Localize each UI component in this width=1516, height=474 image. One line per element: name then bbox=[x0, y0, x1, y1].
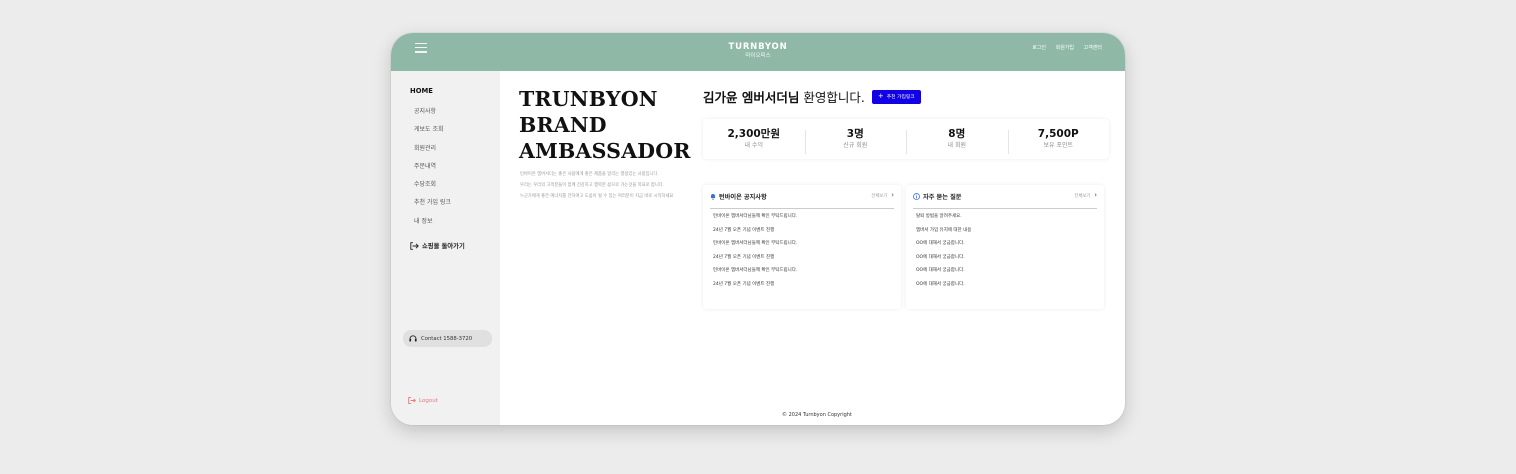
list-item[interactable]: 턴바이온 엠버서더님들께 확인 부탁드립니다. bbox=[713, 241, 797, 255]
logout-icon bbox=[408, 397, 416, 404]
back-to-shop-link[interactable]: 쇼핑몰 돌아가기 bbox=[410, 241, 465, 250]
signup-link[interactable]: 회원가입 bbox=[1056, 45, 1074, 51]
hero-desc-line: 누군가에게 좋은 에너지를 전하여고 도움이 될 수 있는 여러분이 지금 바로… bbox=[520, 194, 674, 199]
exit-arrow-icon bbox=[410, 241, 419, 250]
stat-points: 7,500P 보유 포인트 bbox=[1007, 127, 1110, 154]
list-item[interactable]: OO에 대해서 궁금합니다. bbox=[916, 241, 971, 255]
list-item[interactable]: OO에 대해서 궁금합니다. bbox=[916, 255, 971, 269]
faq-card-header: 자주 묻는 질문 전체보기 › bbox=[913, 192, 1097, 209]
hero-desc-line: 턴바이온 엠버서더는 좋은 사람에게 좋은 제품을 알리는 열정있는 사람입니다… bbox=[520, 172, 659, 177]
list-item[interactable]: 24년 7월 오픈 기념 이벤트 진행 bbox=[713, 228, 797, 242]
view-all-label: 전체보기 bbox=[1074, 193, 1091, 199]
notice-card: 턴바이온 공지사항 전체보기 › 턴바이온 엠버서더님들께 확인 부탁드립니다.… bbox=[703, 185, 901, 309]
stat-value: 3명 bbox=[846, 127, 864, 140]
notice-view-all-link[interactable]: 전체보기 › bbox=[871, 192, 894, 199]
stat-value: 7,500P bbox=[1037, 127, 1079, 140]
sidebar-item-referral-link[interactable]: 추천 가입 링크 bbox=[414, 199, 451, 217]
welcome-suffix: 환영합니다. bbox=[799, 90, 865, 105]
notice-card-header: 턴바이온 공지사항 전체보기 › bbox=[710, 192, 894, 209]
notice-title-text: 턴바이온 공지사항 bbox=[719, 194, 767, 201]
bell-icon bbox=[711, 194, 715, 200]
sidebar-item-members[interactable]: 회원관리 bbox=[414, 145, 451, 163]
faq-view-all-link[interactable]: 전체보기 › bbox=[1074, 192, 1097, 199]
referral-link-button[interactable]: + 추천 가입링크 bbox=[871, 89, 921, 104]
list-item[interactable]: OO에 대해서 궁금합니다. bbox=[916, 268, 971, 282]
plus-icon: + bbox=[877, 92, 884, 100]
logout-button[interactable]: Logout bbox=[408, 397, 438, 404]
list-item[interactable]: 24년 7월 오픈 기념 이벤트 진행 bbox=[713, 255, 797, 269]
sidebar-menu: 공지사항 게보도 조회 회원관리 주문내역 수당조회 추천 가입 링크 내 정보 bbox=[414, 108, 451, 236]
customer-center-link[interactable]: 고객센터 bbox=[1084, 45, 1102, 51]
sidebar: HOME 공지사항 게보도 조회 회원관리 주문내역 수당조회 추천 가입 링크… bbox=[391, 71, 500, 425]
stats-panel: 2,300만원 내 수익 3명 신규 회원 8명 내 회원 7,500P 보유 … bbox=[703, 119, 1109, 159]
brand-logo[interactable]: TURNBYON 마이오피스 bbox=[391, 42, 1125, 60]
faq-card: 자주 묻는 질문 전체보기 › 탈퇴 방법을 알려주세요. 엠버서 가입 유지에… bbox=[906, 185, 1104, 309]
headset-icon bbox=[409, 335, 417, 342]
hero-title: TRUNBYON BRAND AMBASSADOR bbox=[519, 86, 691, 164]
app-window: TURNBYON 마이오피스 로그인 회원가입 고객센터 HOME 공지사항 게… bbox=[391, 33, 1125, 425]
hero-title-line: BRAND bbox=[519, 113, 607, 137]
list-item[interactable]: 턴바이온 엠버서더님들께 확인 부탁드립니다. bbox=[713, 214, 797, 228]
sidebar-item-notice[interactable]: 공지사항 bbox=[414, 108, 451, 126]
info-icon bbox=[913, 193, 920, 200]
chevron-right-icon: › bbox=[1094, 191, 1097, 199]
list-item[interactable]: 탈퇴 방법을 알려주세요. bbox=[916, 214, 971, 228]
stat-label: 내 수익 bbox=[744, 141, 763, 149]
hero-title-line: TRUNBYON bbox=[519, 87, 658, 111]
stat-my-earnings: 2,300만원 내 수익 bbox=[703, 128, 805, 151]
stat-label: 신규 회원 bbox=[843, 141, 868, 149]
hero-desc-line: 우리는 우리의 고객분들이 함께 건강하고 행복한 삶으로 가는것을 목표로 합… bbox=[520, 183, 665, 188]
sidebar-item-hierarchy[interactable]: 게보도 조회 bbox=[414, 126, 451, 144]
stat-value: 8명 bbox=[948, 127, 966, 140]
back-to-shop-label: 쇼핑몰 돌아가기 bbox=[422, 243, 465, 250]
welcome-message: 김가윤 엠버서더님 환영합니다. + 추천 가입링크 bbox=[703, 87, 921, 106]
list-item[interactable]: 턴바이온 엠버서더님들께 확인 부탁드립니다. bbox=[713, 268, 797, 282]
list-item[interactable]: 24년 7월 오픈 기념 이벤트 진행 bbox=[713, 282, 797, 296]
faq-title-text: 자주 묻는 질문 bbox=[923, 194, 962, 201]
top-header: TURNBYON 마이오피스 로그인 회원가입 고객센터 bbox=[391, 33, 1125, 71]
hero-title-line: AMBASSADOR bbox=[519, 139, 691, 163]
brand-name: TURNBYON bbox=[728, 42, 788, 52]
logout-label: Logout bbox=[419, 397, 438, 404]
view-all-label: 전체보기 bbox=[871, 193, 888, 199]
stat-new-members: 3명 신규 회원 bbox=[804, 127, 907, 154]
login-link[interactable]: 로그인 bbox=[1032, 45, 1046, 51]
list-item[interactable]: OO에 대해서 궁금합니다. bbox=[916, 282, 971, 296]
contact-button[interactable]: Contact 1588-3720 bbox=[403, 330, 492, 347]
footer-copyright: © 2024 Turnbyon Copyright bbox=[782, 412, 852, 418]
hero-description: 턴바이온 엠버서더는 좋은 사람에게 좋은 제품을 알리는 열정있는 사람입니다… bbox=[520, 169, 698, 202]
sidebar-item-orders[interactable]: 주문내역 bbox=[414, 163, 451, 181]
notice-card-title: 턴바이온 공지사항 bbox=[710, 192, 767, 201]
stat-label: 보유 포인트 bbox=[1043, 141, 1073, 149]
brand-subtitle: 마이오피스 bbox=[745, 53, 771, 59]
sidebar-item-my-info[interactable]: 내 정보 bbox=[414, 218, 451, 236]
faq-card-title: 자주 묻는 질문 bbox=[913, 192, 961, 201]
sidebar-item-commission[interactable]: 수당조회 bbox=[414, 181, 451, 199]
chevron-right-icon: › bbox=[891, 191, 894, 199]
stat-my-members: 8명 내 회원 bbox=[906, 127, 1008, 154]
stat-value: 2,300만원 bbox=[727, 127, 781, 140]
sidebar-item-home[interactable]: HOME bbox=[410, 87, 433, 95]
stat-label: 내 회원 bbox=[947, 141, 966, 149]
list-item[interactable]: 엠버서 가입 유지에 대한 내용 bbox=[916, 228, 971, 242]
referral-link-label: 추천 가입링크 bbox=[886, 95, 915, 100]
faq-list: 탈퇴 방법을 알려주세요. 엠버서 가입 유지에 대한 내용 OO에 대해서 궁… bbox=[916, 214, 971, 295]
contact-label: Contact 1588-3720 bbox=[421, 335, 473, 342]
header-links: 로그인 회원가입 고객센터 bbox=[1024, 44, 1102, 51]
notice-list: 턴바이온 엠버서더님들께 확인 부탁드립니다. 24년 7월 오픈 기념 이벤트… bbox=[713, 214, 797, 295]
user-name: 김가윤 엠버서더님 bbox=[703, 90, 800, 105]
